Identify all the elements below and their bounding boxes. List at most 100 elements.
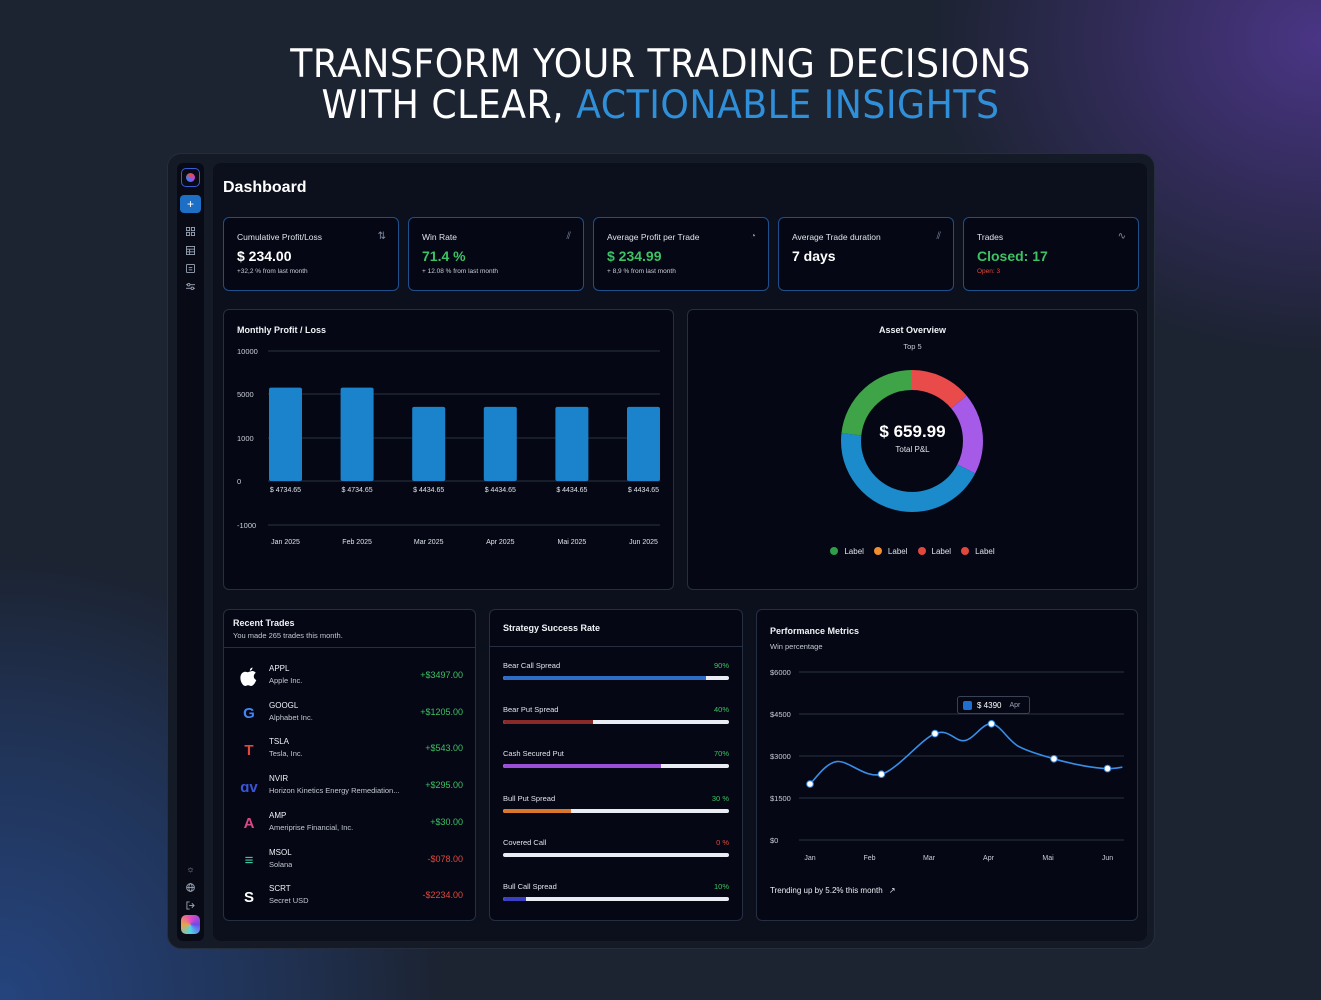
x-tick-label: Mar 2025 xyxy=(414,539,444,546)
bar-data-label: $ 4434.65 xyxy=(485,487,516,494)
trade-symbol: MSOL xyxy=(269,847,292,857)
stat-card[interactable]: Cumulative Profit/Loss ⇅ $ 234.00 +32,2 % f… xyxy=(223,217,399,291)
y-tick-label: $6000 xyxy=(770,668,791,677)
progress-track xyxy=(503,808,729,813)
monthly-profit-chart: 10000500010000-1000$ 4734.65Jan 2025$ 47… xyxy=(237,347,660,546)
solana-logo-icon: ≡ xyxy=(244,852,254,869)
stat-label: Average Trade duration xyxy=(792,232,881,242)
stat-value: Closed: 17 xyxy=(977,248,1048,264)
strategy-percent: 30 % xyxy=(711,793,729,803)
x-tick-label: Jun 2025 xyxy=(629,539,658,546)
progress-track xyxy=(503,852,729,857)
sort-arrows-icon: ⇅ xyxy=(377,231,386,242)
monthly-profit-panel: Monthly Profit / Loss 10000 5000 1000 0 -100… xyxy=(223,309,674,590)
trade-name: Alphabet Inc. xyxy=(269,712,313,722)
tooltip-swatch xyxy=(963,700,972,710)
y-tick-label: $0 xyxy=(770,836,778,845)
stat-label: Win Rate xyxy=(422,232,457,242)
trade-row[interactable]: ɑv NVIR Horizon Kinetics Energy Remediatio… xyxy=(224,772,476,808)
legend-dot xyxy=(961,547,970,555)
stat-label: Average Profit per Trade xyxy=(607,232,700,242)
headline-accent: ACTIONABLE INSIGHTS xyxy=(576,83,1000,128)
progress-track xyxy=(503,676,729,680)
grid-icon[interactable] xyxy=(180,222,201,240)
table-icon[interactable] xyxy=(180,241,201,259)
trade-name: Secret USD xyxy=(269,896,309,906)
x-tick-label: Jan 2025 xyxy=(271,539,300,546)
dashboard-main: Dashboard Cumulative Profit/Loss ⇅ $ 234.0… xyxy=(213,163,1147,941)
legend-item: Label xyxy=(830,547,864,556)
data-point xyxy=(987,720,996,728)
page-title: Dashboard xyxy=(223,179,307,196)
trade-value: +$30.00 xyxy=(430,816,463,827)
trade-value: +$295.00 xyxy=(425,780,463,791)
headline: TRANSFORM YOUR TRADING DECISIONS WITH CL… xyxy=(46,44,1275,126)
trade-row[interactable]: A AMP Ameriprise Financial, Inc. +$30.00 xyxy=(224,809,476,845)
stat-card[interactable]: Average Trade duration ⫽ 7 days xyxy=(778,217,954,291)
progress-fill xyxy=(503,808,571,813)
data-point xyxy=(1050,755,1058,763)
stat-card[interactable]: Average Profit per Trade ◔ $ 234.99 + 8,9 %… xyxy=(593,217,769,291)
legend-item: Label xyxy=(961,547,995,556)
stat-card[interactable]: Win Rate ⫽ 71.4 % + 12.08 % from last month xyxy=(408,217,584,291)
trade-row[interactable]: G GOOGL Alphabet Inc. +$1205.00 xyxy=(224,699,476,735)
legend-dot xyxy=(873,547,882,555)
strategy-percent: 40% xyxy=(713,705,729,715)
bar xyxy=(269,387,302,481)
trade-row[interactable]: T TSLA Tesla, Inc. +$543.00 xyxy=(224,735,476,771)
strategy-row: Covered Call 0 % xyxy=(503,838,729,862)
headline-line-1: TRANSFORM YOUR TRADING DECISIONS xyxy=(290,42,1031,87)
trade-row[interactable]: APPL Apple Inc. +$3497.00 xyxy=(224,662,476,698)
progress-fill xyxy=(503,764,662,769)
y-tick-label: $3000 xyxy=(770,752,791,761)
trade-row[interactable]: S SCRT Secret USD -$2234.00 xyxy=(224,882,476,918)
trade-symbol: TSLA xyxy=(269,737,290,747)
strategy-percent: 70% xyxy=(713,749,729,759)
report-icon[interactable] xyxy=(180,259,201,277)
logout-icon[interactable] xyxy=(180,896,201,914)
total-pl-label: Total P&L xyxy=(895,445,930,454)
progress-fill xyxy=(503,676,707,680)
globe-icon[interactable] xyxy=(180,878,201,896)
bar-data-label: $ 4434.65 xyxy=(556,487,587,494)
x-tick-label: Jun xyxy=(1102,855,1113,862)
strategy-name: Bear Put Spread xyxy=(503,705,559,715)
pulse-icon: ∿ xyxy=(1117,231,1126,242)
data-point xyxy=(877,770,886,778)
plus-icon[interactable]: + xyxy=(180,195,201,213)
performance-footer: Trending up by 5.2% this month ↗ xyxy=(770,886,896,895)
x-tick-label: Mai xyxy=(1042,855,1054,862)
progress-fill xyxy=(503,897,526,901)
trade-name: Solana xyxy=(269,859,293,869)
strategy-name: Bear Call Spread xyxy=(503,661,561,670)
trade-value: -$2234.00 xyxy=(422,890,463,901)
logo-icon[interactable] xyxy=(181,168,200,187)
y-tick-label: 5000 xyxy=(237,390,254,399)
x-tick-label: Mai 2025 xyxy=(558,539,587,546)
x-tick-label: Feb 2025 xyxy=(342,539,372,546)
avatar[interactable] xyxy=(181,915,200,934)
trade-row[interactable]: ≡ MSOL Solana -$078.00 xyxy=(224,846,476,882)
performance-line-chart: $6000 $4500 $3000 $1500 $0 Jan Feb Mar Apr Mai Jun xyxy=(770,668,1124,862)
strategy-name: Bull Call Spread xyxy=(503,882,557,891)
stat-card[interactable]: Trades ∿ Closed: 17 Open: 3 xyxy=(963,217,1139,291)
trade-value: +$3497.00 xyxy=(420,670,463,680)
stat-sub: + 8,9 % from last month xyxy=(607,268,676,275)
headline-line-2: WITH CLEAR, ACTIONABLE INSIGHTS xyxy=(46,85,1275,126)
x-tick-label: Apr 2025 xyxy=(486,539,515,546)
tooltip-value: $ 4390 xyxy=(977,700,1002,710)
sun-icon[interactable]: ☼ xyxy=(180,860,201,878)
stat-sub: +32,2 % from last month xyxy=(237,268,308,275)
strategy-row: Bear Put Spread 40% xyxy=(503,705,729,729)
y-tick-label: $1500 xyxy=(770,794,791,803)
strategy-row: Bull Put Spread 30 % xyxy=(503,794,729,818)
sliders-icon[interactable] xyxy=(180,277,201,295)
bar xyxy=(412,406,446,481)
stat-sub: Open: 3 xyxy=(977,268,1001,275)
performance-panel: Performance Metrics Win percentage $6000… xyxy=(756,609,1138,921)
bar xyxy=(627,406,660,481)
bar xyxy=(555,406,589,481)
stat-value: $ 234.00 xyxy=(237,248,292,264)
google-logo-icon: G xyxy=(243,705,255,723)
pie-icon: ◔ xyxy=(749,231,756,242)
